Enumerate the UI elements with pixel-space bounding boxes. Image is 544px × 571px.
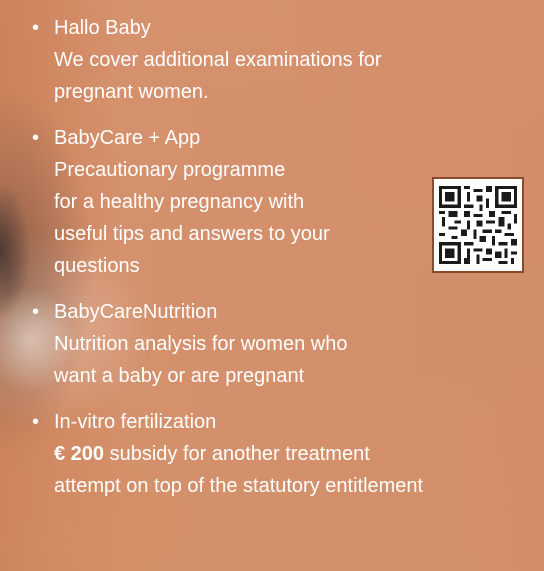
item-description-line: We cover additional examinations for <box>54 49 382 71</box>
item-description-line: Nutrition analysis for women who <box>54 333 348 355</box>
item-description-line: want a baby or are pregnant <box>54 365 305 387</box>
list-item-hallo-baby: • Hallo Baby We cover additional examina… <box>30 12 540 108</box>
subsidy-amount: € 200 <box>54 443 105 465</box>
list-item-in-vitro-fertilization: • In-vitro fertilization € 200 subsidy f… <box>30 406 540 502</box>
item-description-line: € 200 subsidy for another treatment <box>54 438 540 470</box>
qr-code-icon <box>439 186 517 264</box>
item-title: BabyCareNutrition <box>54 301 218 323</box>
item-description-line: pregnant women. <box>54 81 209 103</box>
item-title: In-vitro fertilization <box>54 411 217 433</box>
bullet-icon: • <box>32 127 40 149</box>
bullet-icon: • <box>32 301 40 323</box>
qr-code[interactable] <box>432 177 524 273</box>
item-title: BabyCare + App <box>54 127 201 149</box>
list-item-babycare-nutrition: • BabyCareNutrition Nutrition analysis f… <box>30 296 540 392</box>
subsidy-text: subsidy for another treatment <box>104 443 370 465</box>
item-description-line: attempt on top of the statutory entitlem… <box>54 475 424 497</box>
bullet-icon: • <box>32 17 40 39</box>
bullet-icon: • <box>32 411 40 433</box>
item-title: Hallo Baby <box>54 17 151 39</box>
